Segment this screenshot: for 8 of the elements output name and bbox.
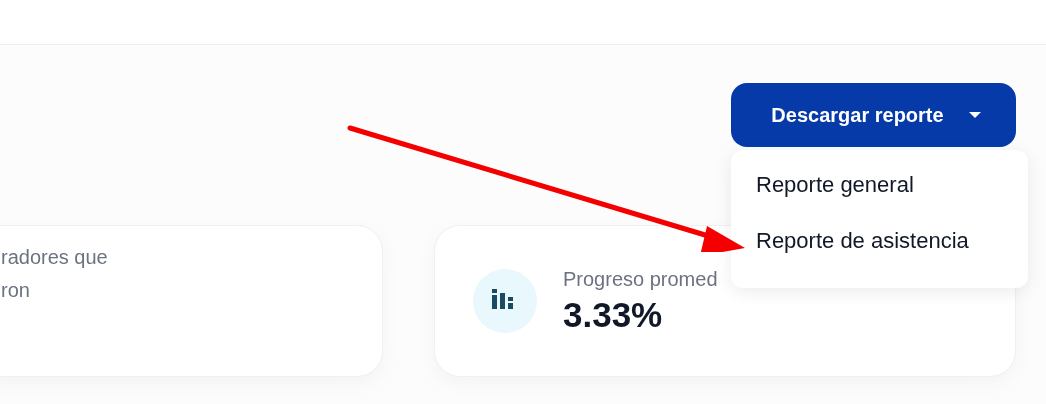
menu-item[interactable]: Reporte general bbox=[756, 172, 914, 198]
card-label: radores que bbox=[1, 246, 108, 269]
bar-chart-icon bbox=[473, 269, 537, 333]
card-label: ron bbox=[1, 279, 31, 302]
menu-item[interactable]: Reporte de asistencia bbox=[756, 228, 969, 254]
card-label: Progreso promed bbox=[563, 267, 718, 291]
card-value: 3.33% bbox=[563, 294, 664, 335]
download-report-button[interactable]: Descargar reporte bbox=[731, 83, 1016, 147]
